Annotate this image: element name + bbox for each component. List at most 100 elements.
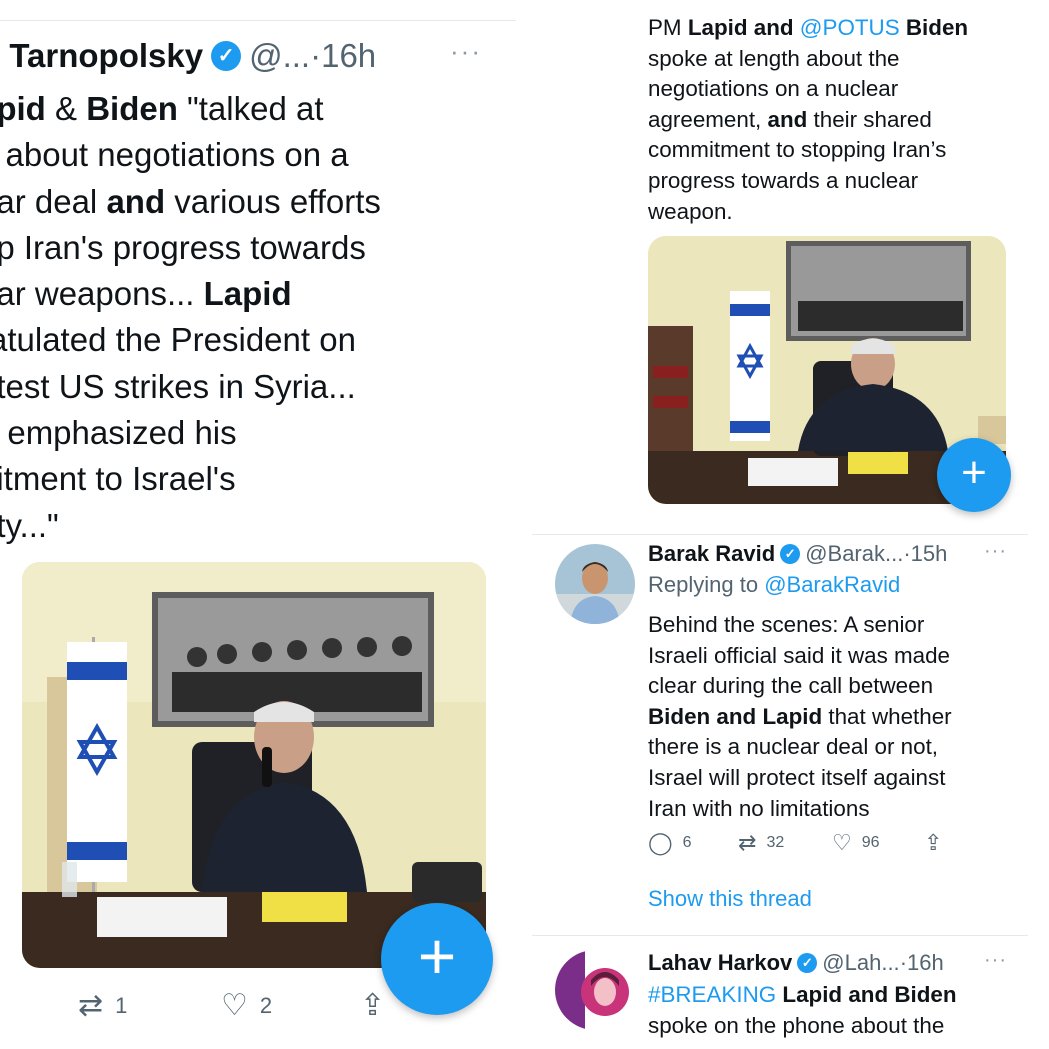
tweet-time[interactable]: ·16h	[310, 36, 376, 76]
retweet-count: 32	[766, 834, 785, 851]
retweet-icon: ⇄	[738, 830, 757, 855]
share-icon: ⇪	[924, 830, 943, 855]
verified-badge-icon: ✓	[780, 544, 801, 564]
author-handle[interactable]: @Lah...	[822, 949, 899, 977]
like-action[interactable]: ♡ 96	[832, 830, 880, 856]
reply-action[interactable]: ◯ 6	[648, 830, 692, 856]
tweet-header: Lahav Harkov ✓ @Lah... ·16h	[648, 949, 944, 977]
tweet-text-bold: Lapid and	[687, 15, 800, 40]
tweet-text-segment: ear deal	[0, 182, 98, 220]
tweet-text-line: rity..."	[0, 503, 498, 549]
share-icon: ⇪	[360, 989, 386, 1022]
tweet-text-segment: negotiations on a nuclear	[648, 76, 899, 102]
tweet-text-segment: nitment to Israel's	[0, 460, 236, 498]
tweet-text: #BREAKING Lapid and Biden spoke on the ph…	[648, 980, 988, 1041]
tweet-text-segment: h about negotiations on a	[0, 136, 349, 174]
tweet-text-segment: there is a nuclear deal or not,	[648, 734, 939, 760]
tweet-header: n Tarnopolsky ✓ @... ·16h	[0, 36, 376, 76]
tweet-text: PM Lapid and @POTUS Biden spoke at length…	[648, 13, 988, 227]
tweet-actions: ◯ 6 ⇄ 32 ♡ 96 ⇪	[648, 830, 968, 860]
tweet-time[interactable]: ·16h	[900, 949, 944, 977]
tweet-text-line: n emphasized his	[0, 410, 498, 456]
tweet-divider	[532, 534, 1028, 535]
tweet-text-segment: Iran with no limitations	[648, 795, 870, 821]
author-name[interactable]: n Tarnopolsky	[0, 36, 203, 76]
tweet-text-line: Behind the scenes: A senior	[648, 610, 988, 641]
replying-to: Replying to @BarakRavid	[648, 572, 900, 598]
tweet-text-line: progress towards a nuclear	[648, 166, 988, 197]
reply-icon: ◯	[648, 830, 673, 855]
tweet-text-segment: agreement,	[648, 106, 768, 132]
tweet-text: apid & Biden "talked at h about negotiati…	[0, 86, 498, 549]
retweet-icon: ⇄	[78, 989, 104, 1022]
tweet-divider	[532, 935, 1028, 936]
share-action[interactable]: ⇪	[924, 830, 952, 856]
tweet-text-segment: ear weapons...	[0, 275, 204, 313]
tweet-text-segment: rity..."	[0, 506, 59, 544]
tweet-text-line: atest US strikes in Syria...	[0, 364, 498, 410]
share-action[interactable]: ⇪	[360, 988, 397, 1023]
tweet-text-segment: commitment to stopping Iran’s	[648, 137, 947, 163]
tweet-text-line: Israel will protect itself against	[648, 763, 988, 794]
tweet-text-segment: "talked at	[177, 90, 324, 127]
avatar[interactable]	[555, 544, 635, 624]
more-icon[interactable]: ···	[984, 540, 1007, 563]
verified-badge-icon: ✓	[211, 41, 242, 71]
tweet-text-line: #BREAKING Lapid and Biden	[648, 980, 988, 1011]
tweet-text-line: negotiations on a nuclear	[648, 74, 988, 105]
tweet-text-line: ear weapons... Lapid	[0, 271, 498, 317]
tweet-text-segment: spoke at length about the	[648, 45, 900, 71]
tweet-text-line: agreement, and their shared	[648, 105, 988, 136]
tweet-text-line: h about negotiations on a	[0, 132, 498, 178]
tweet-text-line: clear during the call between	[648, 671, 988, 702]
tweet-actions: ⇄ 1 ♡ 2 ⇪	[78, 988, 408, 1028]
like-count: 96	[861, 834, 880, 851]
tweet-text-segment: clear during the call between	[648, 673, 934, 699]
author-name[interactable]: Barak Ravid	[648, 540, 775, 568]
retweet-action[interactable]: ⇄ 32	[738, 830, 784, 856]
tweet-text-line: apid & Biden "talked at	[0, 86, 498, 132]
tweet-text-segment: various efforts	[165, 182, 381, 220]
tweet-text-segment: that whether	[822, 703, 952, 729]
heart-icon: ♡	[832, 830, 852, 855]
tweet-text-line: commitment to stopping Iran’s	[648, 135, 988, 166]
tweet-text-line: Iran with no limitations	[648, 794, 988, 825]
tweet-time[interactable]: ·15h	[903, 540, 947, 568]
avatar[interactable]	[555, 950, 635, 1030]
tweet-text-segment: PM	[648, 15, 688, 40]
heart-icon: ♡	[221, 989, 248, 1022]
tweet-text-bold: Biden and Lapid	[648, 703, 823, 729]
avatar-image	[555, 544, 635, 624]
replying-to-label: Replying to	[648, 572, 765, 597]
tweet-text-line: there is a nuclear deal or not,	[648, 732, 988, 763]
show-thread-link[interactable]: Show this thread	[648, 886, 812, 912]
more-icon[interactable]: ···	[984, 949, 1007, 972]
tweet-text: Behind the scenes: A senior Israeli offic…	[648, 610, 988, 824]
avatar-image	[555, 950, 635, 1030]
tweet-text-segment: their shared	[807, 106, 932, 132]
tweet-text-line: ratulated the President on	[0, 317, 498, 363]
author-handle[interactable]: @Barak...	[805, 540, 903, 568]
tweet-link[interactable]: #BREAKING	[648, 982, 776, 1007]
tweet-text-line: nitment to Israel's	[0, 456, 498, 502]
like-action[interactable]: ♡ 2	[221, 988, 272, 1023]
compose-plus-icon[interactable]: +	[381, 903, 493, 1015]
tweet-text-segment: Israel will protect itself against	[648, 764, 946, 790]
tweet-text-segment: Behind the scenes: A senior	[648, 612, 925, 637]
tweet-text-bold: and	[767, 106, 808, 132]
tweet-text-segment: emphasized his	[0, 414, 237, 452]
tweet-link[interactable]: @POTUS	[800, 15, 900, 40]
tweet-text-bold: Lapid	[203, 275, 292, 313]
like-count: 2	[259, 992, 273, 1018]
more-icon[interactable]: ···	[450, 36, 482, 67]
verified-badge-icon: ✓	[797, 953, 818, 973]
compose-plus-icon[interactable]: +	[937, 438, 1011, 512]
author-name[interactable]: Lahav Harkov	[648, 949, 792, 977]
retweet-count: 1	[115, 992, 128, 1018]
retweet-action[interactable]: ⇄ 1	[78, 988, 127, 1023]
author-handle[interactable]: @...	[249, 36, 310, 76]
replying-to-handle[interactable]: @BarakRavid	[764, 572, 900, 597]
tweet-text-line: Israeli official said it was made	[648, 641, 988, 672]
tweet-header: Barak Ravid ✓ @Barak... ·15h	[648, 540, 947, 568]
tweet-text-segment: spoke on the phone about the	[648, 1012, 945, 1038]
